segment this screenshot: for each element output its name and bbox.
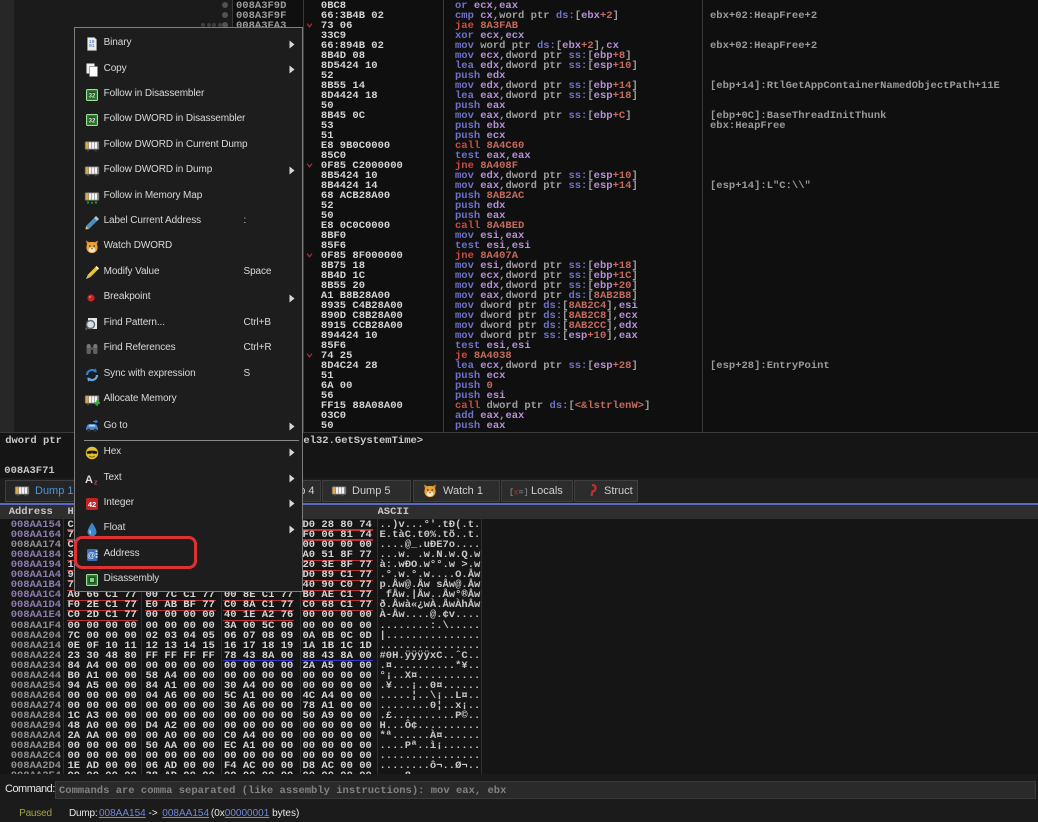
svg-text:01: 01 [89,43,95,49]
svg-text:32: 32 [89,94,96,100]
svg-text:42: 42 [88,500,96,509]
svg-text:32: 32 [89,119,96,125]
svg-text:A: A [85,474,93,486]
svg-text:z: z [94,479,98,486]
svg-text:=]: =] [519,487,529,497]
